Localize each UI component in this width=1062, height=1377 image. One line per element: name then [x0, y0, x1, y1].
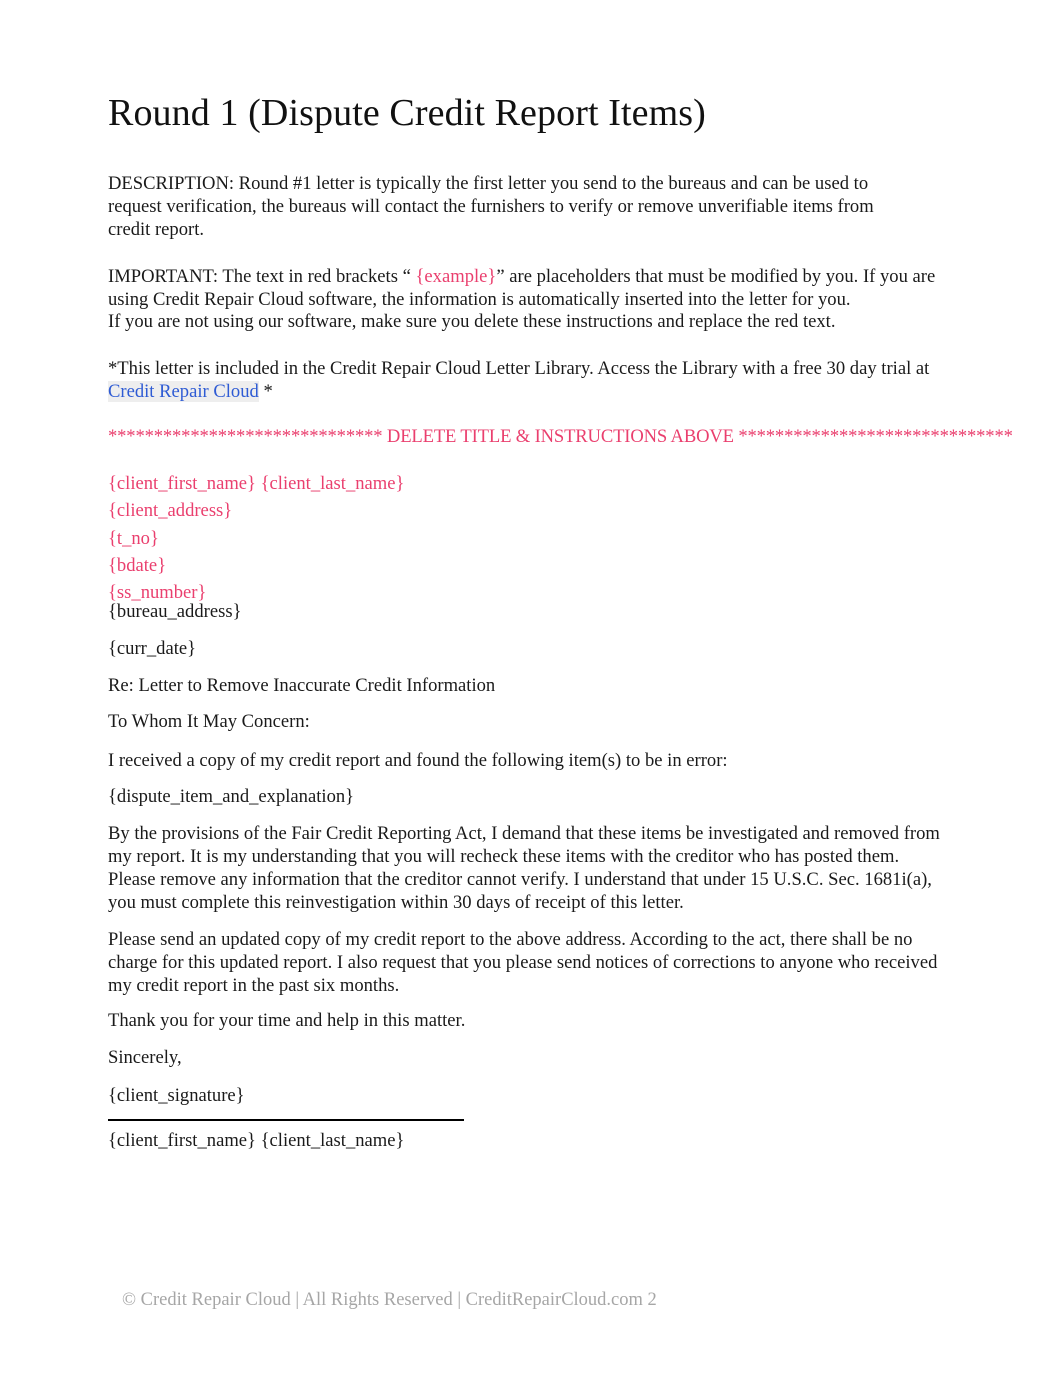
client-phone-placeholder: {t_no}: [108, 527, 159, 549]
document-page: Round 1 (Dispute Credit Report Items) DE…: [0, 0, 1062, 1377]
example-placeholder: {example}: [415, 266, 497, 287]
library-text-tail: *: [258, 381, 273, 403]
client-signature-placeholder: {client_signature}: [108, 1085, 245, 1106]
library-paragraph: *This letter is included in the Credit R…: [108, 357, 948, 403]
important-paragraph-line3: If you are not using our software, make …: [108, 311, 836, 332]
signature-rule: [108, 1119, 464, 1121]
library-text-lead: *This letter is included in the Credit R…: [108, 358, 930, 379]
page-title: Round 1 (Dispute Credit Report Items): [108, 92, 706, 134]
closing-line: Sincerely,: [108, 1047, 182, 1068]
updated-copy-paragraph: Please send an updated copy of my credit…: [108, 929, 938, 997]
client-bdate-placeholder: {bdate}: [108, 554, 167, 576]
banner-stars-left: ******************************: [108, 426, 383, 447]
intro-paragraph: I received a copy of my credit report an…: [108, 750, 728, 771]
important-paragraph: IMPORTANT: The text in red brackets “ {e…: [108, 265, 948, 311]
salutation: To Whom It May Concern:: [108, 711, 310, 732]
subject-line: Re: Letter to Remove Inaccurate Credit I…: [108, 675, 496, 696]
current-date-placeholder: {curr_date}: [108, 638, 197, 659]
description-paragraph: DESCRIPTION: Round #1 letter is typicall…: [108, 173, 874, 241]
delete-instructions-banner: ****************************** DELETE TI…: [108, 425, 1053, 448]
client-address-placeholder: {client_address}: [108, 500, 233, 522]
banner-stars-right: ******************************: [738, 426, 1013, 447]
signature-name-placeholder: {client_first_name} {client_last_name}: [108, 1130, 405, 1151]
important-text-lead: IMPORTANT: The text in red brackets “: [108, 266, 416, 287]
bureau-address-placeholder: {bureau_address}: [108, 601, 242, 622]
fcra-paragraph: By the provisions of the Fair Credit Rep…: [108, 823, 940, 914]
banner-label: DELETE TITLE & INSTRUCTIONS ABOVE: [382, 426, 739, 447]
client-name-placeholder: {client_first_name} {client_last_name}: [108, 473, 405, 494]
credit-repair-cloud-link[interactable]: Credit Repair Cloud: [108, 381, 259, 403]
page-footer: © Credit Repair Cloud | All Rights Reser…: [122, 1290, 657, 1310]
dispute-item-placeholder: {dispute_item_and_explanation}: [108, 786, 355, 807]
client-info-block: {client_first_name} {client_last_name} {…: [108, 470, 404, 607]
thank-you-line: Thank you for your time and help in this…: [108, 1010, 466, 1031]
